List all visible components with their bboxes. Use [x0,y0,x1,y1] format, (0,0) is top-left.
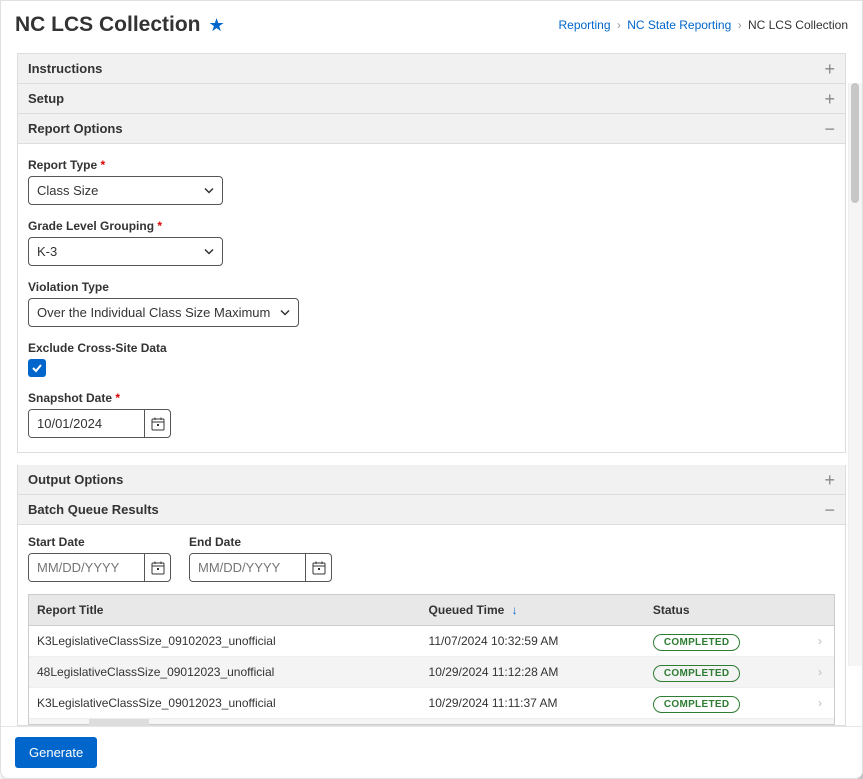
status-badge: COMPLETED [653,696,740,713]
violation-type-label: Violation Type [28,280,835,294]
minus-icon: − [824,503,835,517]
accordion-output-options[interactable]: Output Options + [17,465,846,495]
breadcrumb-link-reporting[interactable]: Reporting [558,18,610,32]
report-type-label: Report Type * [28,158,835,172]
chevron-right-icon: › [617,18,621,32]
chevron-down-icon [204,244,214,259]
start-date-input[interactable] [29,554,144,581]
breadcrumb-link-nc-state[interactable]: NC State Reporting [627,18,731,32]
plus-icon: + [824,62,835,76]
report-type-select[interactable]: Class Size [28,176,223,205]
page-title: NC LCS Collection [15,13,201,37]
start-date-label: Start Date [28,535,171,549]
end-date-input[interactable] [190,554,305,581]
cell-queued: 10/29/2024 11:12:28 AM [421,657,645,688]
snapshot-date-label: Snapshot Date * [28,391,835,405]
table-row[interactable]: K3LegislativeClassSize_09012023_unoffici… [29,688,834,719]
chevron-right-icon: › [738,18,742,32]
calendar-icon[interactable] [144,554,170,581]
exclude-cross-site-checkbox[interactable] [28,359,46,377]
table-row[interactable]: K3LegislativeClassSize_09102023_unoffici… [29,626,834,657]
chevron-right-icon[interactable]: › [804,657,834,688]
vertical-scrollbar[interactable] [848,83,862,666]
grade-grouping-select[interactable]: K-3 [28,237,223,266]
sort-down-icon: ↓ [512,603,518,617]
chevron-down-icon [204,183,214,198]
accordion-label: Output Options [28,472,123,487]
batch-results-table: Report Title Queued Time ↓ Status K3Legi… [29,595,834,718]
end-date-wrap [189,553,332,582]
calendar-icon[interactable] [305,554,331,581]
snapshot-date-input-wrap [28,409,171,438]
breadcrumb-current: NC LCS Collection [748,18,848,32]
start-date-wrap [28,553,171,582]
status-badge: COMPLETED [653,665,740,682]
end-date-label: End Date [189,535,332,549]
calendar-icon[interactable] [144,410,170,437]
chevron-right-icon[interactable]: › [804,688,834,719]
accordion-label: Batch Queue Results [28,502,159,517]
star-icon[interactable]: ★ [209,15,225,36]
cell-queued: 11/07/2024 10:32:59 AM [421,626,645,657]
status-badge: COMPLETED [653,634,740,651]
report-options-panel: Report Type * Class Size Grade Level Gro… [17,144,846,453]
accordion-batch-queue[interactable]: Batch Queue Results − [17,495,846,525]
horizontal-scrollbar[interactable] [29,718,834,724]
accordion-label: Report Options [28,121,123,136]
plus-icon: + [824,473,835,487]
accordion-setup[interactable]: Setup + [17,84,846,114]
accordion-report-options[interactable]: Report Options − [17,114,846,144]
violation-type-select[interactable]: Over the Individual Class Size Maximum [28,298,299,327]
accordion-label: Setup [28,91,64,106]
breadcrumb: Reporting › NC State Reporting › NC LCS … [558,18,848,32]
accordion-label: Instructions [28,61,102,76]
exclude-cross-site-label: Exclude Cross-Site Data [28,341,835,355]
snapshot-date-input[interactable] [29,410,144,437]
plus-icon: + [824,92,835,106]
chevron-down-icon [280,305,290,320]
cell-title: K3LegislativeClassSize_09012023_unoffici… [29,688,421,719]
table-row[interactable]: 48LegislativeClassSize_09012023_unoffici… [29,657,834,688]
cell-queued: 10/29/2024 11:11:37 AM [421,688,645,719]
grade-grouping-label: Grade Level Grouping * [28,219,835,233]
col-status[interactable]: Status [645,595,804,626]
col-report-title[interactable]: Report Title [29,595,421,626]
cell-title: 48LegislativeClassSize_09012023_unoffici… [29,657,421,688]
accordion-instructions[interactable]: Instructions + [17,53,846,84]
col-queued-time[interactable]: Queued Time ↓ [421,595,645,626]
minus-icon: − [824,122,835,136]
cell-title: K3LegislativeClassSize_09102023_unoffici… [29,626,421,657]
chevron-right-icon[interactable]: › [804,626,834,657]
generate-button[interactable]: Generate [15,737,97,768]
batch-queue-panel: Start Date End Date [17,525,846,726]
